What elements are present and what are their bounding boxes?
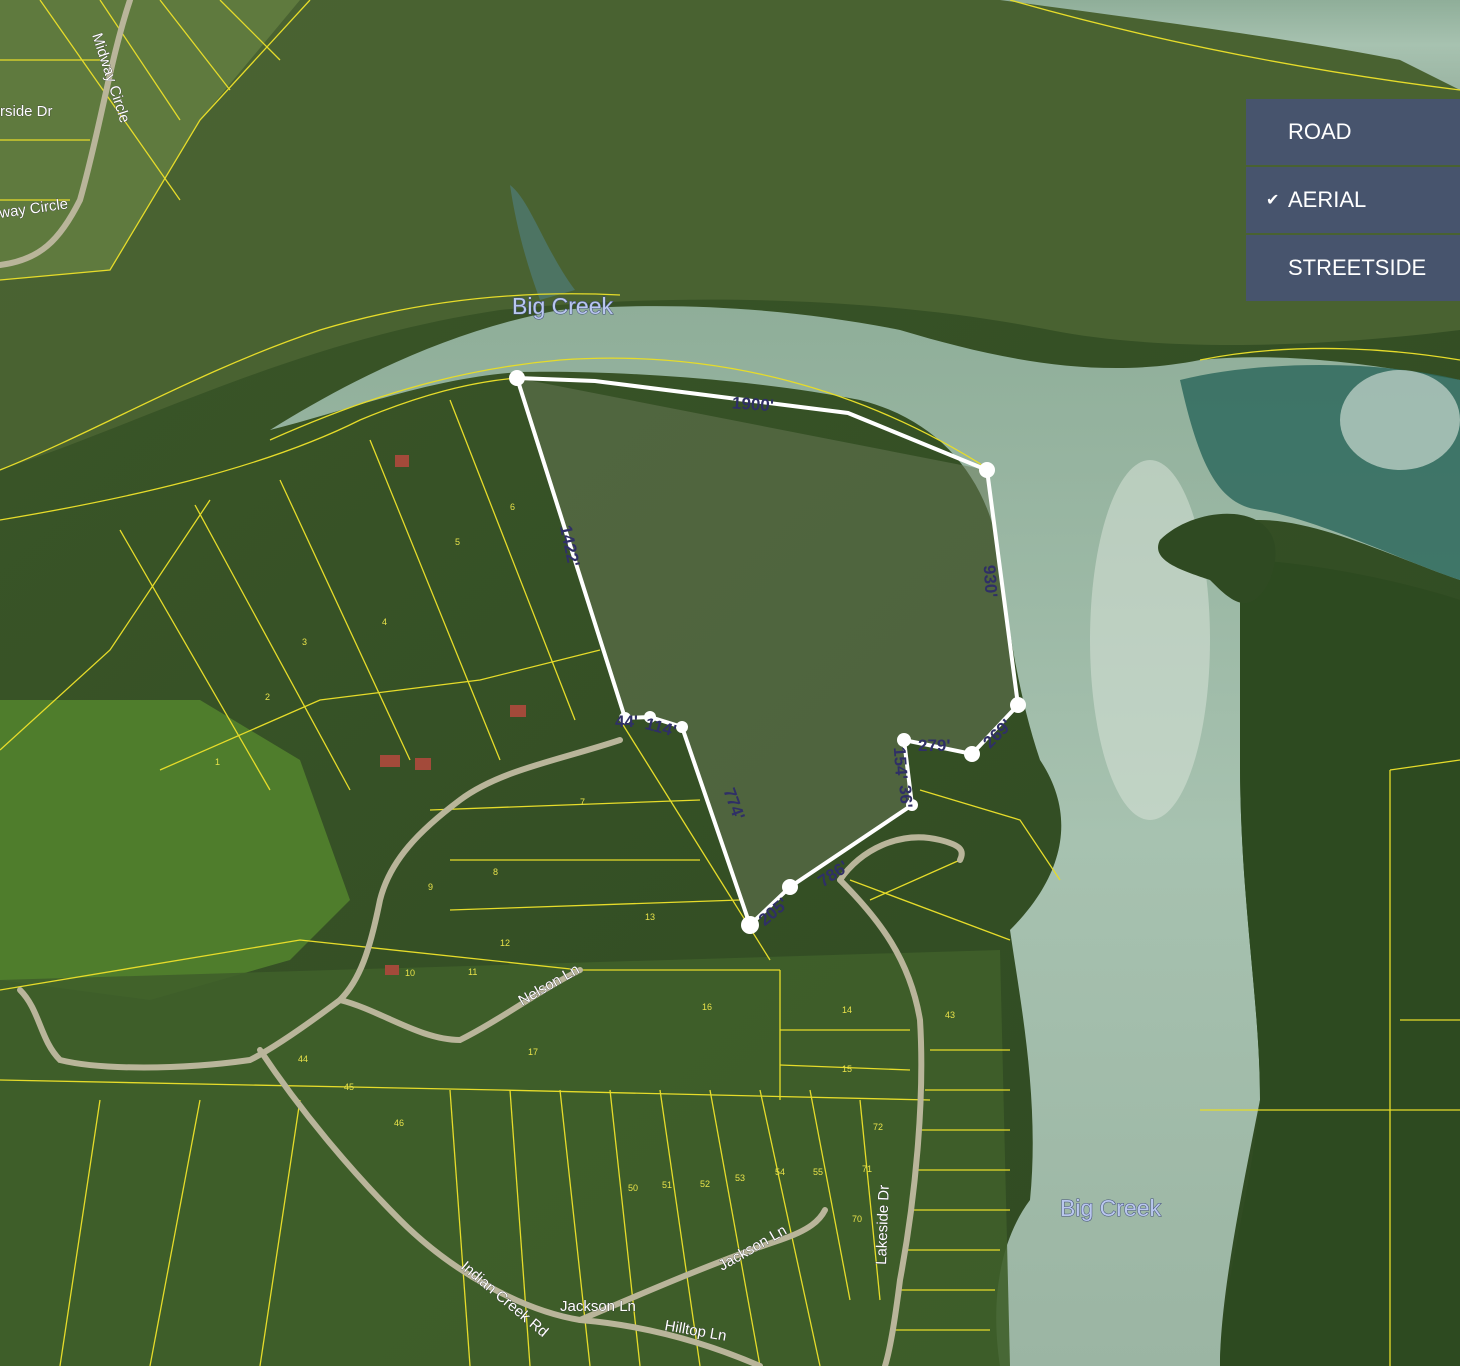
lot-number: 45 (344, 1082, 354, 1092)
vertex-handle[interactable] (509, 370, 525, 386)
vertex-handle[interactable] (782, 879, 798, 895)
lot-number: 13 (645, 912, 655, 922)
vertex-handle[interactable] (964, 746, 980, 762)
sun-glare-1 (1090, 460, 1210, 820)
lot-number: 6 (510, 502, 515, 512)
road-label-lakeside-dr: Lakeside Dr (873, 1185, 893, 1266)
southeast-forest (1220, 560, 1460, 1366)
lot-number: 70 (852, 1214, 862, 1224)
map-layer-menu: ROAD ✔ AERIAL STREETSIDE (1246, 99, 1460, 303)
lot-number: 51 (662, 1180, 672, 1190)
water-label-big-creek-south: Big Creek (1060, 1195, 1161, 1221)
lot-number: 14 (842, 1005, 852, 1015)
lot-number: 50 (628, 1183, 638, 1193)
lot-number: 54 (775, 1167, 785, 1177)
vertex-handle[interactable] (979, 462, 995, 478)
lot-number: 15 (842, 1064, 852, 1074)
lot-number: 2 (265, 692, 270, 702)
lot-number: 52 (700, 1179, 710, 1189)
layer-option-streetside[interactable]: STREETSIDE (1246, 235, 1460, 301)
lot-number: 71 (862, 1164, 872, 1174)
dim-label-154: 154' (890, 746, 911, 780)
vertex-handle[interactable] (741, 916, 759, 934)
aerial-map[interactable]: 1900' 1422' 930' 269' 279' 154' 36' 786'… (0, 0, 1460, 1366)
lot-number: 4 (382, 617, 387, 627)
layer-option-aerial[interactable]: ✔ AERIAL (1246, 167, 1460, 233)
lot-number: 5 (455, 537, 460, 547)
layer-option-label: ROAD (1288, 119, 1352, 144)
dim-label-930: 930' (980, 564, 1001, 598)
lot-number: 10 (405, 968, 415, 978)
lot-number: 72 (873, 1122, 883, 1132)
check-icon: ✔ (1266, 192, 1280, 209)
lot-number: 8 (493, 867, 498, 877)
lot-number: 55 (813, 1167, 823, 1177)
dim-label-36: 36' (895, 784, 916, 808)
water-label-big-creek-north: Big Creek (512, 293, 613, 319)
lot-number: 9 (428, 882, 433, 892)
lot-number: 11 (468, 967, 477, 977)
lot-number: 17 (528, 1047, 538, 1057)
dim-label-279: 279' (918, 736, 950, 755)
lot-number: 7 (580, 797, 585, 807)
layer-option-label: AERIAL (1288, 187, 1367, 212)
vertex-handle[interactable] (1010, 697, 1026, 713)
lot-number: 43 (945, 1010, 955, 1020)
dim-label-1900: 1900' (731, 393, 774, 415)
lot-number: 53 (735, 1173, 745, 1183)
layer-option-label: STREETSIDE (1288, 255, 1427, 280)
lot-number: 46 (394, 1118, 404, 1128)
layer-option-road[interactable]: ROAD (1246, 99, 1460, 165)
lot-number: 12 (500, 938, 510, 948)
road-label-jackson-ln-2: Jackson Ln (560, 1298, 636, 1315)
lot-number: 44 (298, 1054, 308, 1064)
lot-number: 16 (702, 1002, 712, 1012)
lot-number: 1 (215, 757, 220, 767)
vertex-handle[interactable] (897, 733, 911, 747)
road-label-riverside-dr: rside Dr (0, 103, 53, 120)
dim-label-44: 44' (615, 712, 638, 731)
sun-glare-2 (1340, 370, 1460, 470)
lot-number: 3 (302, 637, 307, 647)
